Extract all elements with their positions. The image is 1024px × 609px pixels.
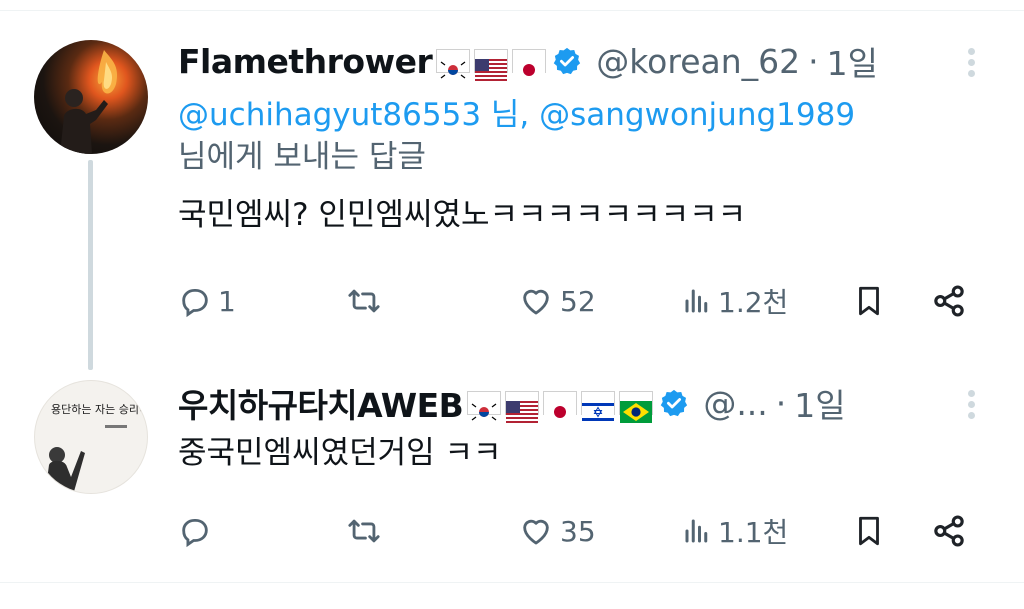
tweet: 우치하규타치AWEB @... · 1일 중국민엠씨였던거임 ㅋㅋ (178, 382, 978, 474)
views-icon (685, 289, 708, 313)
avatar-image (60, 50, 118, 154)
tweet-actions: 1 52 1.2천 (178, 276, 978, 326)
share-icon (934, 285, 964, 317)
top-divider (0, 10, 1024, 11)
replying-to: @uchihagyut86553 님, @sangwonjung1989 님에게… (178, 94, 978, 178)
flag-us-icon (505, 391, 540, 423)
handle[interactable]: @... (703, 384, 767, 423)
flag-kr-icon (436, 49, 471, 79)
bookmark-button[interactable] (852, 276, 886, 326)
like-icon (523, 289, 549, 315)
timestamp[interactable]: 1일 (827, 37, 878, 85)
avatar-image: 용단하는 자는 승리하지 못한다 (45, 402, 148, 493)
bottom-divider (0, 582, 1024, 583)
display-name[interactable]: Flamethrower (178, 42, 433, 81)
display-name[interactable]: 우치하규타치AWEB (178, 379, 464, 427)
bookmark-button[interactable] (852, 506, 886, 556)
tweet-header: 우치하규타치AWEB @... · 1일 (178, 379, 978, 427)
flag-jp-icon (543, 391, 578, 423)
separator-dot: · (808, 41, 819, 81)
tweet-text: 국민엠씨? 인민엠씨였노ㅋㅋㅋㅋㅋㅋㅋㅋㅋ (178, 197, 747, 233)
thread-connector (88, 160, 93, 370)
like-button[interactable]: 35 (518, 506, 596, 556)
like-icon (523, 519, 549, 545)
reply-icon (182, 288, 208, 318)
views-count: 1.2천 (718, 286, 789, 319)
views-count: 1.1천 (718, 516, 789, 549)
share-button[interactable] (930, 276, 968, 326)
verified-icon (552, 46, 582, 76)
timestamp[interactable]: 1일 (794, 379, 845, 427)
avatar[interactable] (34, 40, 148, 154)
retweet-icon (348, 519, 380, 543)
handle[interactable]: @korean_62 (596, 42, 800, 81)
tweet-actions: 35 1.1천 (178, 506, 978, 556)
share-button[interactable] (930, 506, 968, 556)
views-button[interactable]: 1.1천 (682, 506, 788, 556)
flag-jp-icon (512, 49, 547, 81)
more-icon[interactable] (964, 386, 978, 423)
bookmark-icon (859, 516, 879, 546)
like-button[interactable]: 52 (518, 276, 596, 326)
tweet-text: 중국민엠씨였던거임 ㅋㅋ (178, 435, 502, 471)
tweet: Flamethrower @korean_62 · 1일 @uchihagyut… (178, 40, 978, 236)
flag-br-icon (619, 391, 654, 423)
bookmark-icon (859, 286, 879, 316)
like-count: 52 (560, 284, 596, 318)
tweet-header: Flamethrower @korean_62 · 1일 (178, 37, 978, 85)
more-icon[interactable] (964, 44, 978, 81)
retweet-button[interactable] (346, 506, 382, 556)
reply-count: 1 (218, 284, 236, 318)
avatar[interactable]: 용단하는 자는 승리하지 못한다 (34, 380, 148, 494)
views-icon (685, 519, 708, 543)
flag-kr-icon (467, 391, 502, 421)
retweet-button[interactable] (346, 276, 382, 326)
verified-icon (659, 388, 689, 418)
flag-us-icon (474, 49, 509, 81)
reply-icon (182, 518, 208, 548)
reply-suffix: 님에게 보내는 답글 (178, 139, 426, 175)
avatar-text: 용단하는 자는 승리하지 못한다 (51, 402, 148, 416)
views-button[interactable]: 1.2천 (682, 276, 788, 326)
retweet-icon (348, 289, 380, 313)
separator-dot: · (775, 383, 787, 423)
reply-button[interactable]: 1 (178, 276, 236, 326)
share-icon (934, 515, 964, 547)
reply-mentions[interactable]: @uchihagyut86553 님, @sangwonjung1989 (178, 94, 978, 136)
like-count: 35 (560, 514, 596, 548)
reply-button[interactable] (178, 506, 218, 556)
flag-il-icon (581, 391, 616, 423)
